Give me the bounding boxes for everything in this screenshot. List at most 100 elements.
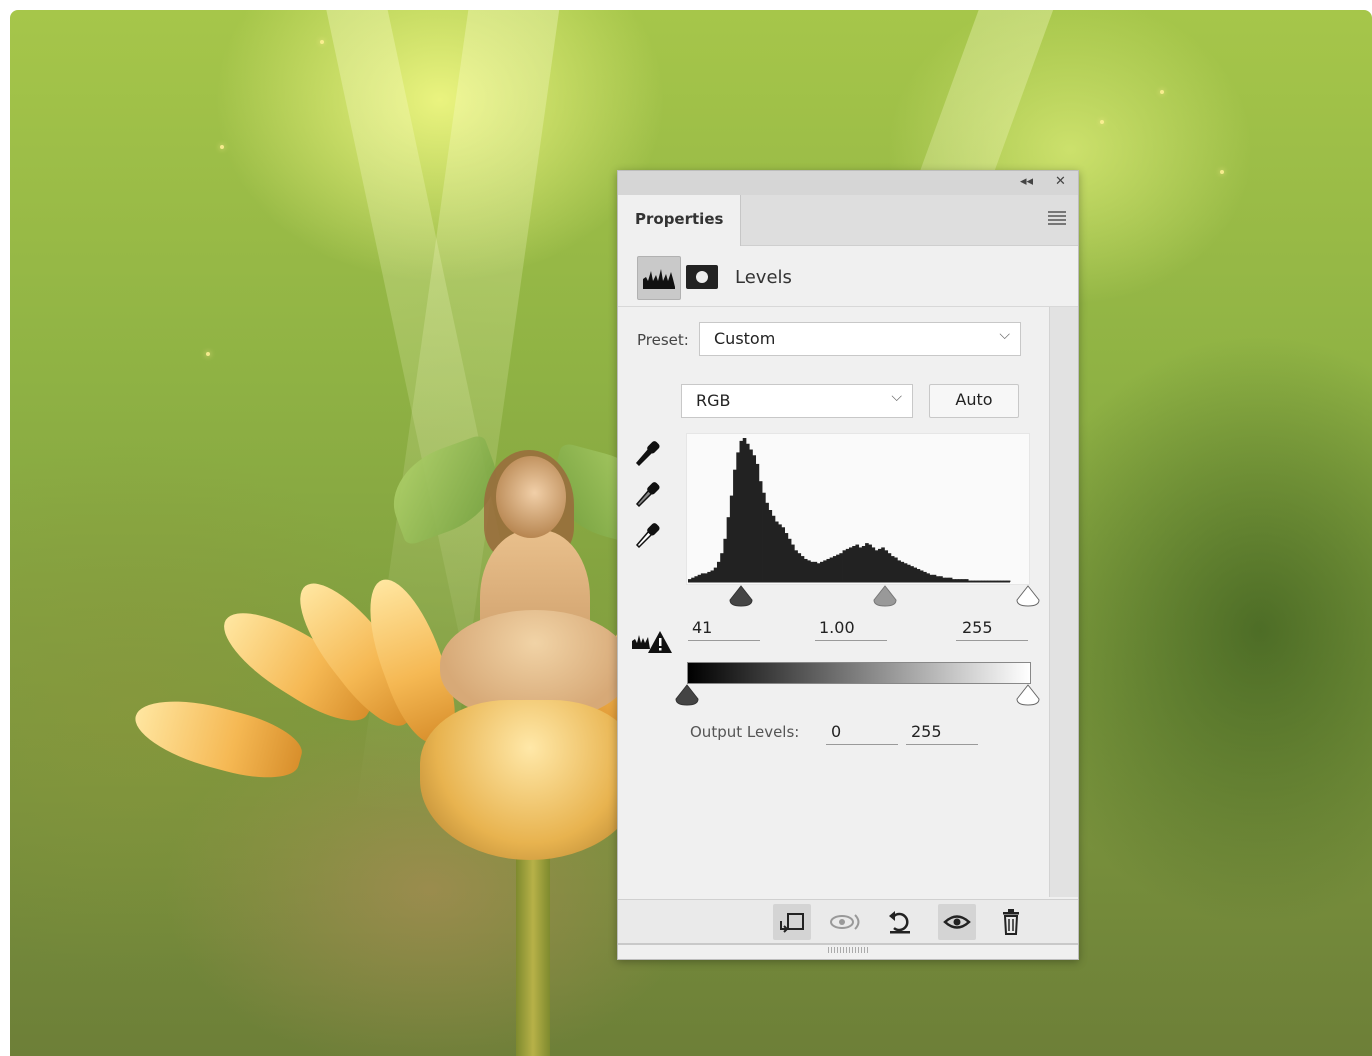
panel-menu-icon[interactable] (1048, 211, 1066, 225)
preset-value: Custom (714, 329, 776, 348)
histogram-bin (807, 560, 811, 582)
histogram-bin (923, 571, 927, 582)
histogram-bin (791, 544, 795, 582)
histogram-bin (910, 566, 914, 582)
input-black-slider[interactable] (728, 585, 754, 607)
histogram-bin (845, 548, 850, 582)
histogram-bin (868, 544, 872, 582)
histogram-bin (787, 538, 792, 582)
histogram-bin (778, 524, 782, 582)
preset-dropdown[interactable]: Custom ⌵ (699, 322, 1021, 356)
sparkle (220, 145, 224, 149)
histogram-bin (894, 557, 898, 582)
toggle-visibility-button[interactable] (938, 904, 976, 940)
histogram-bin (784, 533, 789, 582)
histogram-bin (852, 546, 856, 582)
fairy-head (496, 456, 566, 538)
view-previous-state-button[interactable] (827, 904, 865, 940)
sparkle (320, 40, 324, 44)
auto-button[interactable]: Auto (929, 384, 1019, 418)
histogram-bin (839, 553, 843, 582)
channel-dropdown[interactable]: RGB ⌵ (681, 384, 913, 418)
panel-bottom-edge (618, 943, 1078, 945)
output-black-slider[interactable] (674, 684, 700, 706)
histogram-bin (758, 481, 763, 582)
resize-grip[interactable] (828, 947, 868, 953)
histogram-bin (836, 554, 840, 582)
histogram-bin (861, 546, 866, 582)
clip-to-layer-icon (780, 913, 804, 933)
sparkle (1100, 120, 1104, 124)
white-point-eyedropper-icon[interactable] (633, 517, 665, 551)
output-white-field[interactable]: 255 (906, 722, 978, 745)
layer-mask-icon[interactable] (686, 265, 718, 289)
histogram-bin (739, 440, 744, 582)
output-black-value: 0 (831, 722, 842, 741)
panel-titlebar[interactable]: ◂◂ ✕ (618, 171, 1078, 195)
output-gradient-bar (687, 662, 1031, 684)
histogram-bin (932, 574, 937, 582)
histogram-bin (762, 492, 766, 582)
flower-petal (128, 687, 308, 789)
output-white-slider[interactable] (1015, 684, 1041, 706)
histogram-bin (842, 550, 847, 582)
input-midtone-value: 1.00 (819, 618, 855, 637)
eye-icon (943, 915, 971, 929)
sparkle (206, 352, 210, 356)
histogram-warning-icon[interactable] (630, 629, 674, 655)
histogram-bin (903, 563, 908, 582)
histogram-bin (768, 510, 773, 582)
black-point-eyedropper-icon[interactable] (633, 435, 665, 469)
histogram-bin (849, 547, 853, 582)
panel-tab-row: Properties (618, 195, 1078, 246)
histogram-bin (797, 553, 802, 582)
histogram-bin (704, 573, 708, 582)
histogram-bin (736, 452, 740, 582)
reset-icon (889, 911, 910, 934)
histogram-bin (713, 567, 718, 582)
output-black-field[interactable]: 0 (826, 722, 898, 745)
sparkle (1160, 90, 1164, 94)
preset-label: Preset: (637, 331, 689, 349)
chevron-down-icon: ⌵ (891, 389, 902, 405)
input-black-field[interactable]: 41 (688, 618, 760, 641)
histogram-bin (774, 521, 779, 582)
histogram-bin (803, 558, 808, 582)
histogram-bin (865, 543, 869, 582)
histogram-bin (716, 561, 721, 582)
histogram-bin (832, 556, 837, 582)
histogram-bin (913, 567, 918, 582)
panel-footer (618, 899, 1078, 944)
histogram-bin (794, 550, 798, 582)
gray-point-eyedropper-icon[interactable] (633, 476, 665, 510)
chevron-down-icon: ⌵ (999, 327, 1010, 343)
input-midtone-slider[interactable] (872, 585, 898, 607)
reset-button[interactable] (881, 904, 919, 940)
histogram-bin (710, 570, 715, 582)
histogram-bin (749, 449, 753, 582)
tab-properties[interactable]: Properties (618, 195, 741, 246)
histogram-bin (823, 560, 827, 582)
histogram-bin (826, 558, 831, 582)
flower-center (420, 700, 640, 860)
histogram-bin (720, 553, 724, 582)
histogram-bin (816, 563, 821, 582)
collapse-panel-icon[interactable]: ◂◂ (1020, 174, 1033, 190)
view-previous-state-icon (830, 914, 860, 930)
delete-button[interactable] (992, 904, 1030, 940)
levels-adjustment-button[interactable] (637, 256, 681, 300)
close-panel-icon[interactable]: ✕ (1055, 174, 1066, 190)
histogram (688, 438, 1011, 583)
histogram-bin (884, 550, 889, 582)
histogram-bin (800, 556, 805, 582)
histogram-bin (745, 443, 750, 582)
clip-to-layer-button[interactable] (773, 904, 811, 940)
input-white-field[interactable]: 255 (956, 618, 1028, 641)
histogram-bin (919, 570, 924, 582)
output-levels-label: Output Levels: (690, 723, 800, 741)
input-midtone-field[interactable]: 1.00 (815, 618, 887, 641)
panel-scrollbar[interactable] (1049, 307, 1078, 897)
input-white-slider[interactable] (1015, 585, 1041, 607)
histogram-bin (723, 538, 728, 582)
histogram-bin (916, 569, 921, 582)
